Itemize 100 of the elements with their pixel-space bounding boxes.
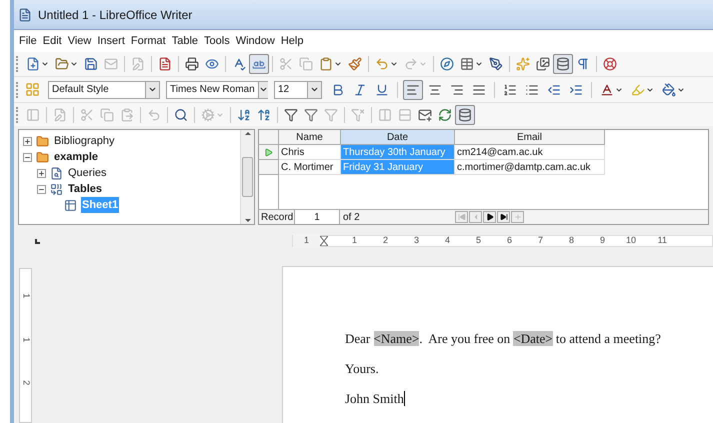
column-header[interactable]: Email: [455, 130, 605, 145]
standard-filter-icon: [284, 108, 298, 122]
column-header[interactable]: Date: [341, 130, 455, 145]
underline-icon: [375, 82, 389, 96]
mail-merge-icon: [418, 108, 432, 122]
tab-stop-icon[interactable]: [35, 238, 40, 244]
record-number-field[interactable]: 1: [295, 210, 340, 224]
column-header[interactable]: Name: [279, 130, 341, 145]
menu-item[interactable]: Tools: [201, 32, 233, 50]
help-icon: [603, 57, 617, 71]
menu-item[interactable]: Insert: [94, 32, 128, 50]
auto-spellcheck-button[interactable]: [249, 54, 269, 74]
align-left-icon: [406, 82, 420, 96]
database-folder-icon: [36, 134, 49, 148]
window-title: Untitled 1 - LibreOffice Writer: [38, 6, 192, 24]
menu-item[interactable]: Edit: [40, 32, 65, 50]
undo-icon: [375, 57, 389, 71]
expand-toggle[interactable]: [37, 168, 46, 178]
pdf-export-icon: [158, 57, 172, 71]
queries-icon: [50, 166, 63, 180]
document-paragraph: Yours.: [345, 360, 379, 377]
new-record-icon: [514, 213, 522, 221]
email-icon: [104, 57, 118, 71]
menu-item[interactable]: View: [64, 32, 94, 50]
document-paragraph: Dear <Name>. Are you free on <Date> to attend a meeting?: [345, 330, 661, 347]
tree-item[interactable]: Queries: [67, 164, 108, 182]
align-left-button[interactable]: [403, 80, 423, 100]
database-folder-icon: [36, 150, 49, 164]
redo-icon: [404, 57, 418, 71]
tree-item[interactable]: Tables: [67, 180, 104, 198]
highlighting-icon: [631, 82, 645, 96]
table-cell: Thursday 30th January: [341, 145, 455, 160]
bullets-icon: [525, 82, 539, 96]
draw-functions-icon: [489, 57, 503, 71]
paste-icon: [319, 57, 333, 71]
undo-icon: [147, 108, 161, 122]
row-header[interactable]: [259, 145, 279, 160]
justify-icon: [472, 82, 486, 96]
plus-icon: [24, 138, 31, 144]
table-icon: [460, 57, 474, 71]
navigator-icon: [516, 57, 530, 71]
copy-icon: [299, 57, 313, 71]
menu-item[interactable]: File: [16, 32, 40, 50]
remove-filter-icon: [351, 108, 365, 122]
font-color-icon: [600, 82, 614, 96]
scrollbar[interactable]: [240, 130, 254, 224]
data-sources-button[interactable]: [553, 54, 573, 74]
explorer-button[interactable]: [455, 104, 475, 124]
caret-icon: [216, 110, 224, 118]
last-record-button[interactable]: [497, 211, 510, 223]
tree-item[interactable]: Bibliography: [53, 132, 116, 150]
collapse-toggle[interactable]: [37, 184, 46, 194]
menu-item[interactable]: Table: [168, 32, 202, 50]
increase-indent-icon: [569, 82, 583, 96]
document-paragraph: John Smith: [345, 390, 405, 407]
data-to-fields-icon: [398, 108, 412, 122]
gallery-icon: [536, 57, 550, 71]
record-count: of 2: [342, 211, 361, 224]
autofilter-icon: [201, 108, 215, 122]
caret-icon: [334, 60, 342, 68]
tree-item[interactable]: example: [53, 148, 100, 166]
vertical-ruler: 1 1 2: [19, 268, 32, 423]
new-document-icon: [26, 57, 40, 71]
save-icon: [84, 57, 98, 71]
plus-icon: [38, 170, 45, 176]
caret-icon: [615, 86, 623, 94]
last-record-icon: [500, 213, 508, 221]
apply-filter-icon: [324, 108, 338, 122]
font-name-box[interactable]: Times New Roman: [166, 80, 268, 98]
table-icon: [64, 198, 77, 212]
print-icon: [185, 57, 199, 71]
record-view-icon: [26, 108, 40, 122]
background-color-icon: [662, 82, 676, 96]
italic-icon: [353, 82, 367, 96]
menu-item[interactable]: Format: [128, 32, 169, 50]
next-record-button[interactable]: [483, 211, 496, 223]
caret-icon: [475, 60, 483, 68]
cut-icon: [80, 108, 94, 122]
explorer-icon: [458, 108, 472, 122]
decrease-indent-icon: [547, 82, 561, 96]
find-record-icon: [174, 108, 188, 122]
font-size-box[interactable]: 12: [274, 80, 322, 98]
horizontal-ruler: 1 1 2 3 4 5 6 7 8 9 10 11: [292, 235, 713, 247]
align-center-icon: [428, 82, 442, 96]
align-right-icon: [450, 82, 464, 96]
open-icon: [55, 57, 69, 71]
caret-icon: [677, 86, 685, 94]
expand-toggle[interactable]: [23, 136, 32, 146]
edit-data-icon: [53, 108, 67, 122]
table-cell: c.mortimer@damtp.cam.ac.uk: [455, 160, 605, 175]
hyperlink-icon: [440, 57, 454, 71]
bold-icon: [331, 82, 345, 96]
paragraph-style-box[interactable]: Default Style: [48, 80, 160, 98]
document-icon: [18, 8, 32, 22]
menu-item[interactable]: Window: [232, 32, 278, 50]
menu-item[interactable]: Help: [278, 32, 306, 50]
collapse-toggle[interactable]: [23, 152, 32, 162]
table-cell: Friday 31 January: [341, 160, 455, 175]
autofilter-field-icon: [304, 108, 318, 122]
refresh-icon: [438, 108, 452, 122]
